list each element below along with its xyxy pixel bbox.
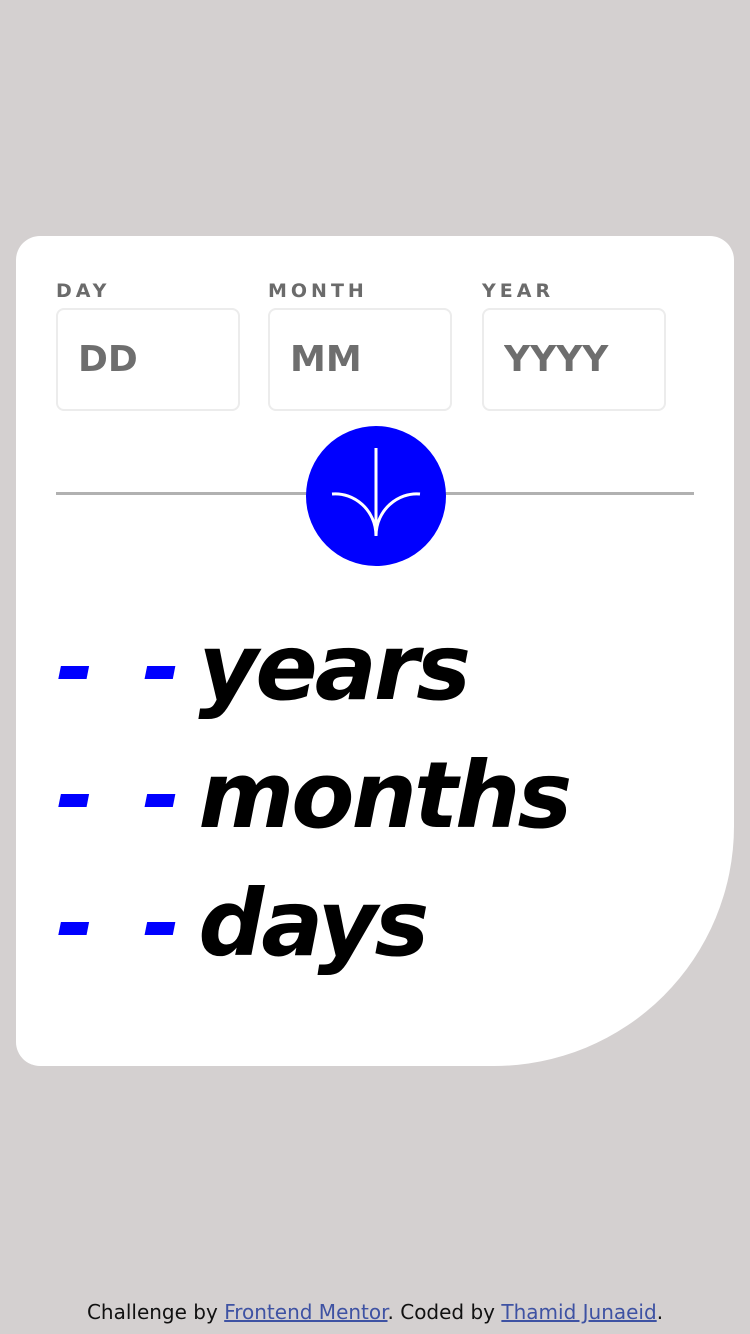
results: - - years - - months - - days [56,604,716,988]
month-field: MONTH [268,280,452,411]
age-calculator-card: DAY MONTH YEAR - -years - -months - -day… [16,236,734,1066]
result-months: - - months [56,732,716,860]
footer-suffix: . [656,1300,664,1324]
month-label: MONTH [268,280,368,302]
days-value: - - [56,870,189,977]
year-field: YEAR [482,280,666,411]
years-unit: years [198,614,471,721]
attribution-footer: Challenge by Frontend Mentor. Coded by T… [0,1300,750,1324]
year-input[interactable] [482,308,666,411]
day-field: DAY [56,280,240,411]
footer-prefix: Challenge by [86,1300,218,1324]
months-value: - - [56,742,189,849]
months-unit: months [198,742,572,849]
submit-button[interactable] [306,426,446,566]
result-days: - - days [56,860,716,988]
footer-middle: . Coded by [387,1300,496,1324]
frontend-mentor-link[interactable]: Frontend Mentor [224,1300,387,1324]
author-link[interactable]: Thamid Junaeid [501,1300,656,1324]
day-input[interactable] [56,308,240,411]
years-value: - - [56,614,189,721]
year-label: YEAR [482,280,555,302]
month-input[interactable] [268,308,452,411]
result-years: - - years [56,604,716,732]
days-unit: days [198,870,429,977]
day-label: DAY [56,280,111,302]
arrow-down-icon [331,448,421,537]
